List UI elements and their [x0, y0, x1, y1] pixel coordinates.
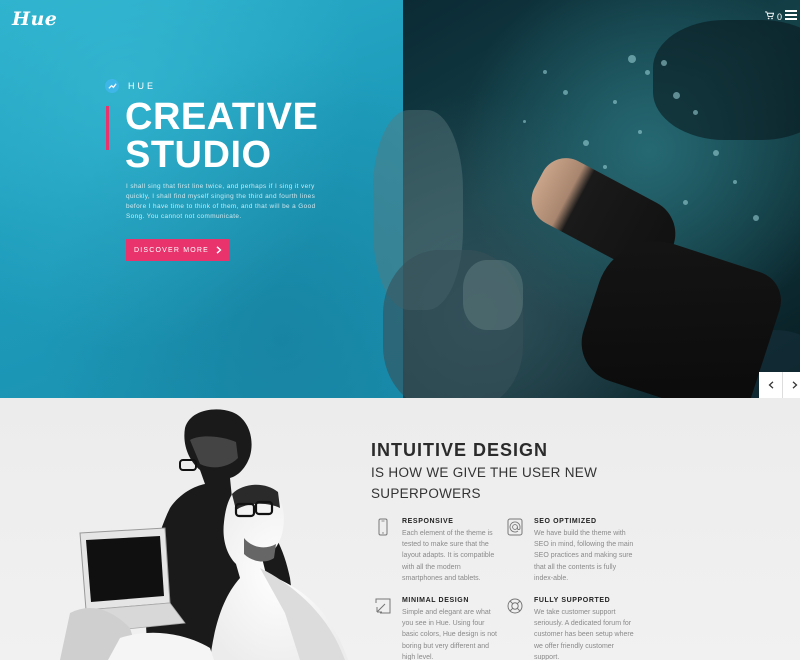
section-title: INTUITIVE DESIGN [371, 440, 549, 460]
site-logo[interactable]: Hue [12, 8, 57, 30]
hero-title-line1: CREATIVE [125, 96, 319, 138]
cart-icon [765, 11, 775, 22]
smartphone-icon [374, 518, 392, 536]
feature-fully-supported: FULLY SUPPORTED We take customer support… [506, 597, 636, 660]
hero-title-line2: STUDIO [125, 134, 272, 176]
feature-text: We take customer support seriously. A de… [534, 609, 634, 660]
feature-minimal-design: MINIMAL DESIGN Simple and elegant are wh… [374, 597, 504, 660]
section-subtitle: IS HOW WE GIVE THE USER NEW SUPERPOWERS [371, 465, 598, 501]
trend-icon [105, 79, 119, 93]
feature-title: SEO OPTIMIZED [534, 518, 597, 525]
feature-text: Simple and elegant are what you see in H… [402, 609, 497, 660]
slider-nav [759, 372, 800, 398]
features-section: INTUITIVE DESIGN IS HOW WE GIVE THE USER… [0, 398, 800, 660]
feature-title: RESPONSIVE [402, 518, 454, 525]
hero-title: CREATIVE STUDIO [125, 98, 318, 174]
hero-slider: Hue 0 HUE CREATIVE STUDIO I shall sing t… [0, 0, 800, 398]
hero-badge-text: HUE [128, 81, 157, 91]
seo-at-icon [506, 518, 524, 536]
slider-prev-button[interactable] [759, 372, 783, 398]
people-with-laptop-image [60, 409, 348, 660]
feature-title: FULLY SUPPORTED [534, 597, 611, 604]
feature-seo-optimized: SEO OPTIMIZED We have build the theme wi… [506, 518, 636, 584]
cart-count: 0 [777, 11, 783, 22]
chevron-left-icon [768, 381, 773, 389]
chevron-right-icon [216, 246, 222, 254]
hero-accent-bar [106, 106, 109, 150]
feature-title: MINIMAL DESIGN [402, 597, 469, 604]
hamburger-menu-icon[interactable] [785, 10, 797, 20]
slider-next-button[interactable] [783, 372, 800, 398]
hero-description: I shall sing that first line twice, and … [126, 183, 316, 220]
feature-responsive: RESPONSIVE Each element of the theme is … [374, 518, 504, 584]
chevron-right-icon [792, 381, 797, 389]
discover-more-button[interactable]: DISCOVER MORE [126, 239, 230, 261]
discover-more-label: DISCOVER MORE [133, 246, 210, 254]
feature-text: We have build the theme with SEO in mind… [534, 530, 634, 582]
lifebuoy-icon [506, 597, 524, 615]
minimal-arrow-icon [374, 597, 392, 615]
feature-text: Each element of the theme is tested to m… [402, 530, 495, 582]
hero-badge: HUE [105, 79, 156, 93]
cart-button[interactable]: 0 [765, 11, 782, 22]
